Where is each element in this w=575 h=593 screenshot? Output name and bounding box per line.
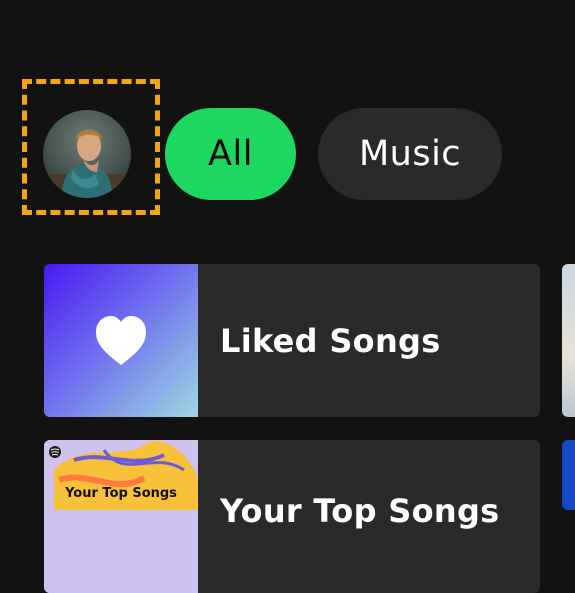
shortcut-title: Your Top Songs <box>220 492 500 530</box>
liked-songs-cover <box>44 264 198 417</box>
cover-text: Your Top Songs <box>65 486 177 501</box>
shortcut-card-your-top-songs[interactable]: Your Top Songs Your Top Songs <box>44 440 540 593</box>
your-top-songs-artwork <box>44 440 198 593</box>
avatar-image <box>43 110 131 198</box>
heart-icon <box>96 316 146 365</box>
peek-card-next-2[interactable] <box>562 440 575 510</box>
peek-card-next[interactable] <box>562 264 575 417</box>
shortcut-card-liked-songs[interactable]: Liked Songs <box>44 264 540 417</box>
shortcut-title: Liked Songs <box>220 321 441 360</box>
profile-avatar[interactable] <box>43 110 131 198</box>
your-top-songs-cover: Your Top Songs <box>44 440 198 593</box>
filter-chip-all[interactable]: All <box>165 108 296 200</box>
filter-chip-music[interactable]: Music <box>318 108 502 200</box>
